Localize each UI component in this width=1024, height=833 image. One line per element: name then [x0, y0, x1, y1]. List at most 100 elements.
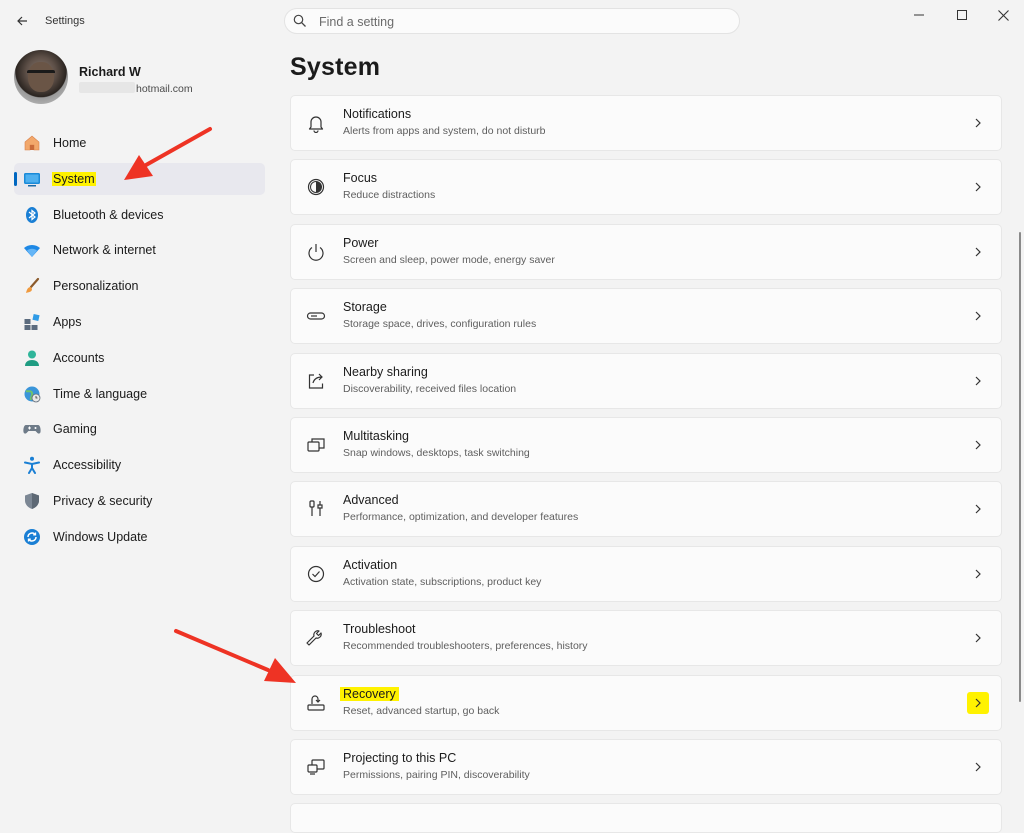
- card-subtitle: Reset, advanced startup, go back: [343, 704, 500, 717]
- chevron-right-icon: [967, 563, 989, 585]
- tools-icon: [305, 498, 327, 520]
- brush-icon: [23, 277, 41, 295]
- sidebar-item-privacy-security[interactable]: Privacy & security: [14, 485, 265, 517]
- chevron-right-icon: [967, 112, 989, 134]
- page-title: System: [290, 53, 381, 81]
- sidebar-item-gaming[interactable]: Gaming: [14, 413, 265, 445]
- sidebar-nav: Home System Bluetooth & devices Network …: [14, 127, 265, 557]
- minimize-button[interactable]: [906, 6, 932, 24]
- card-title: Activation: [343, 557, 398, 572]
- title-bar: Settings: [0, 0, 1024, 44]
- sidebar-item-label: Bluetooth & devices: [53, 207, 164, 222]
- share-icon: [305, 370, 327, 392]
- card-subtitle: Recommended troubleshooters, preferences…: [343, 640, 588, 653]
- card-subtitle: Permissions, pairing PIN, discoverabilit…: [343, 768, 530, 781]
- sidebar-item-apps[interactable]: Apps: [14, 306, 265, 338]
- card-subtitle: Activation state, subscriptions, product…: [343, 575, 542, 588]
- multitask-icon: [305, 434, 327, 456]
- wifi-icon: [23, 241, 41, 259]
- scrollbar[interactable]: [1019, 232, 1021, 702]
- power-icon: [305, 241, 327, 263]
- card-subtitle: Alerts from apps and system, do not dist…: [343, 125, 546, 137]
- card-subtitle: Performance, optimization, and developer…: [343, 511, 579, 524]
- redacted-email-user: [79, 82, 135, 93]
- card-nearby-sharing[interactable]: Nearby sharing Discoverability, received…: [290, 352, 1002, 409]
- back-arrow-icon: [17, 16, 27, 26]
- chevron-right-icon: [967, 498, 989, 520]
- card-title: Advanced: [343, 493, 399, 508]
- app-title: Settings: [45, 15, 85, 27]
- sidebar-item-bluetooth[interactable]: Bluetooth & devices: [14, 199, 265, 231]
- check-circle-icon: [305, 563, 327, 585]
- annotation-arrow-recovery: [174, 629, 296, 683]
- system-icon: [23, 170, 41, 188]
- card-advanced[interactable]: Advanced Performance, optimization, and …: [290, 481, 1002, 538]
- sidebar-item-personalization[interactable]: Personalization: [14, 270, 265, 302]
- home-icon: [23, 134, 41, 152]
- storage-icon: [305, 305, 327, 327]
- chevron-right-icon: [967, 691, 989, 714]
- recovery-icon: [305, 692, 327, 714]
- card-subtitle: Snap windows, desktops, task switching: [343, 446, 530, 459]
- card-subtitle: Reduce distractions: [343, 189, 436, 202]
- card-recovery[interactable]: Recovery Reset, advanced startup, go bac…: [290, 674, 1002, 731]
- sidebar-item-network[interactable]: Network & internet: [14, 234, 265, 266]
- sidebar-item-label: Privacy & security: [53, 493, 153, 508]
- card-activation[interactable]: Activation Activation state, subscriptio…: [290, 545, 1002, 602]
- chevron-right-icon: [967, 627, 989, 649]
- search-input[interactable]: [317, 12, 721, 32]
- card-title: Focus: [343, 171, 378, 186]
- avatar[interactable]: [14, 50, 68, 104]
- card-projecting[interactable]: Projecting to this PC Permissions, pairi…: [290, 738, 1002, 795]
- card-multitasking[interactable]: Multitasking Snap windows, desktops, tas…: [290, 416, 1002, 473]
- chevron-right-icon: [967, 434, 989, 456]
- minimize-icon: [914, 14, 924, 16]
- active-indicator: [14, 171, 17, 186]
- card-title: Troubleshoot: [343, 622, 416, 637]
- card-subtitle: Screen and sleep, power mode, energy sav…: [343, 253, 555, 266]
- maximize-button[interactable]: [949, 6, 975, 24]
- close-button[interactable]: [990, 6, 1016, 24]
- card-power[interactable]: Power Screen and sleep, power mode, ener…: [290, 223, 1002, 280]
- card-storage[interactable]: Storage Storage space, drives, configura…: [290, 288, 1002, 345]
- sidebar-item-label: Home: [53, 136, 87, 150]
- sidebar-item-label: Windows Update: [53, 529, 148, 544]
- card-focus[interactable]: Focus Reduce distractions: [290, 159, 1002, 216]
- sidebar-item-accessibility[interactable]: Accessibility: [14, 449, 265, 481]
- profile-name: Richard W: [79, 65, 141, 79]
- sidebar-item-label: Time & language: [53, 386, 148, 401]
- sidebar-item-time-language[interactable]: Time & language: [14, 378, 265, 410]
- user-profile[interactable]: Richard W hotmail.com: [14, 50, 264, 106]
- back-button[interactable]: [12, 11, 32, 31]
- chevron-right-icon: [967, 305, 989, 327]
- focus-icon: [305, 176, 327, 198]
- chevron-right-icon: [967, 370, 989, 392]
- maximize-icon: [957, 10, 967, 20]
- chevron-right-icon: [967, 756, 989, 778]
- sidebar-item-system[interactable]: System: [14, 162, 265, 195]
- chevron-right-icon: [967, 241, 989, 263]
- globe-clock-icon: [23, 385, 41, 403]
- card-subtitle: Discoverability, received files location: [343, 382, 517, 395]
- card-title: Projecting to this PC: [343, 750, 457, 765]
- search-box[interactable]: [284, 8, 740, 34]
- accessibility-icon: [23, 456, 41, 475]
- card-title: Nearby sharing: [343, 364, 428, 379]
- card-title: Power: [343, 235, 379, 250]
- update-icon: [23, 528, 41, 546]
- card-title: Recovery: [340, 686, 399, 701]
- card-notifications[interactable]: Notifications Alerts from apps and syste…: [290, 95, 1002, 151]
- card-troubleshoot[interactable]: Troubleshoot Recommended troubleshooters…: [290, 610, 1002, 667]
- sidebar-item-label: Personalization: [53, 279, 139, 294]
- projecting-icon: [305, 756, 327, 778]
- card-subtitle: Storage space, drives, configuration rul…: [343, 318, 537, 331]
- profile-email-domain: hotmail.com: [136, 83, 193, 95]
- bell-icon: [305, 112, 327, 134]
- chevron-right-icon: [967, 176, 989, 198]
- sidebar-item-windows-update[interactable]: Windows Update: [14, 521, 265, 553]
- sidebar-item-accounts[interactable]: Accounts: [14, 342, 265, 374]
- sidebar-item-label: Accounts: [53, 350, 105, 365]
- card-partial[interactable]: [290, 803, 1002, 833]
- apps-icon: [23, 313, 41, 331]
- sidebar-item-home[interactable]: Home: [14, 127, 265, 159]
